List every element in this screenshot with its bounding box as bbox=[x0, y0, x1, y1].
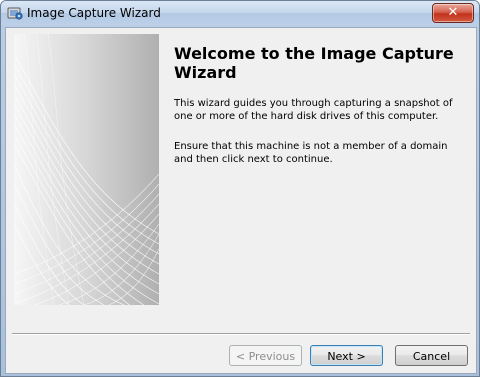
previous-button[interactable]: < Previous bbox=[229, 345, 302, 366]
wizard-banner-image bbox=[14, 34, 159, 305]
cancel-button[interactable]: Cancel bbox=[395, 345, 468, 366]
wizard-body: Welcome to the Image Capture Wizard This… bbox=[5, 27, 477, 374]
next-button[interactable]: Next > bbox=[310, 345, 383, 366]
banner-wave-graphic bbox=[14, 34, 159, 305]
close-icon: ✕ bbox=[447, 5, 459, 20]
camera-disk-icon bbox=[7, 7, 23, 20]
wizard-description: This wizard guides you through capturing… bbox=[174, 98, 453, 122]
close-button[interactable]: ✕ bbox=[432, 3, 474, 23]
button-separator bbox=[12, 333, 470, 335]
title-bar[interactable]: Image Capture Wizard ✕ bbox=[1, 1, 479, 25]
window-title: Image Capture Wizard bbox=[27, 6, 161, 20]
wizard-heading: Welcome to the Image Capture Wizard bbox=[174, 44, 454, 82]
wizard-instruction: Ensure that this machine is not a member… bbox=[174, 141, 448, 165]
wizard-window: Image Capture Wizard ✕ Welcome to the Im… bbox=[0, 0, 480, 377]
